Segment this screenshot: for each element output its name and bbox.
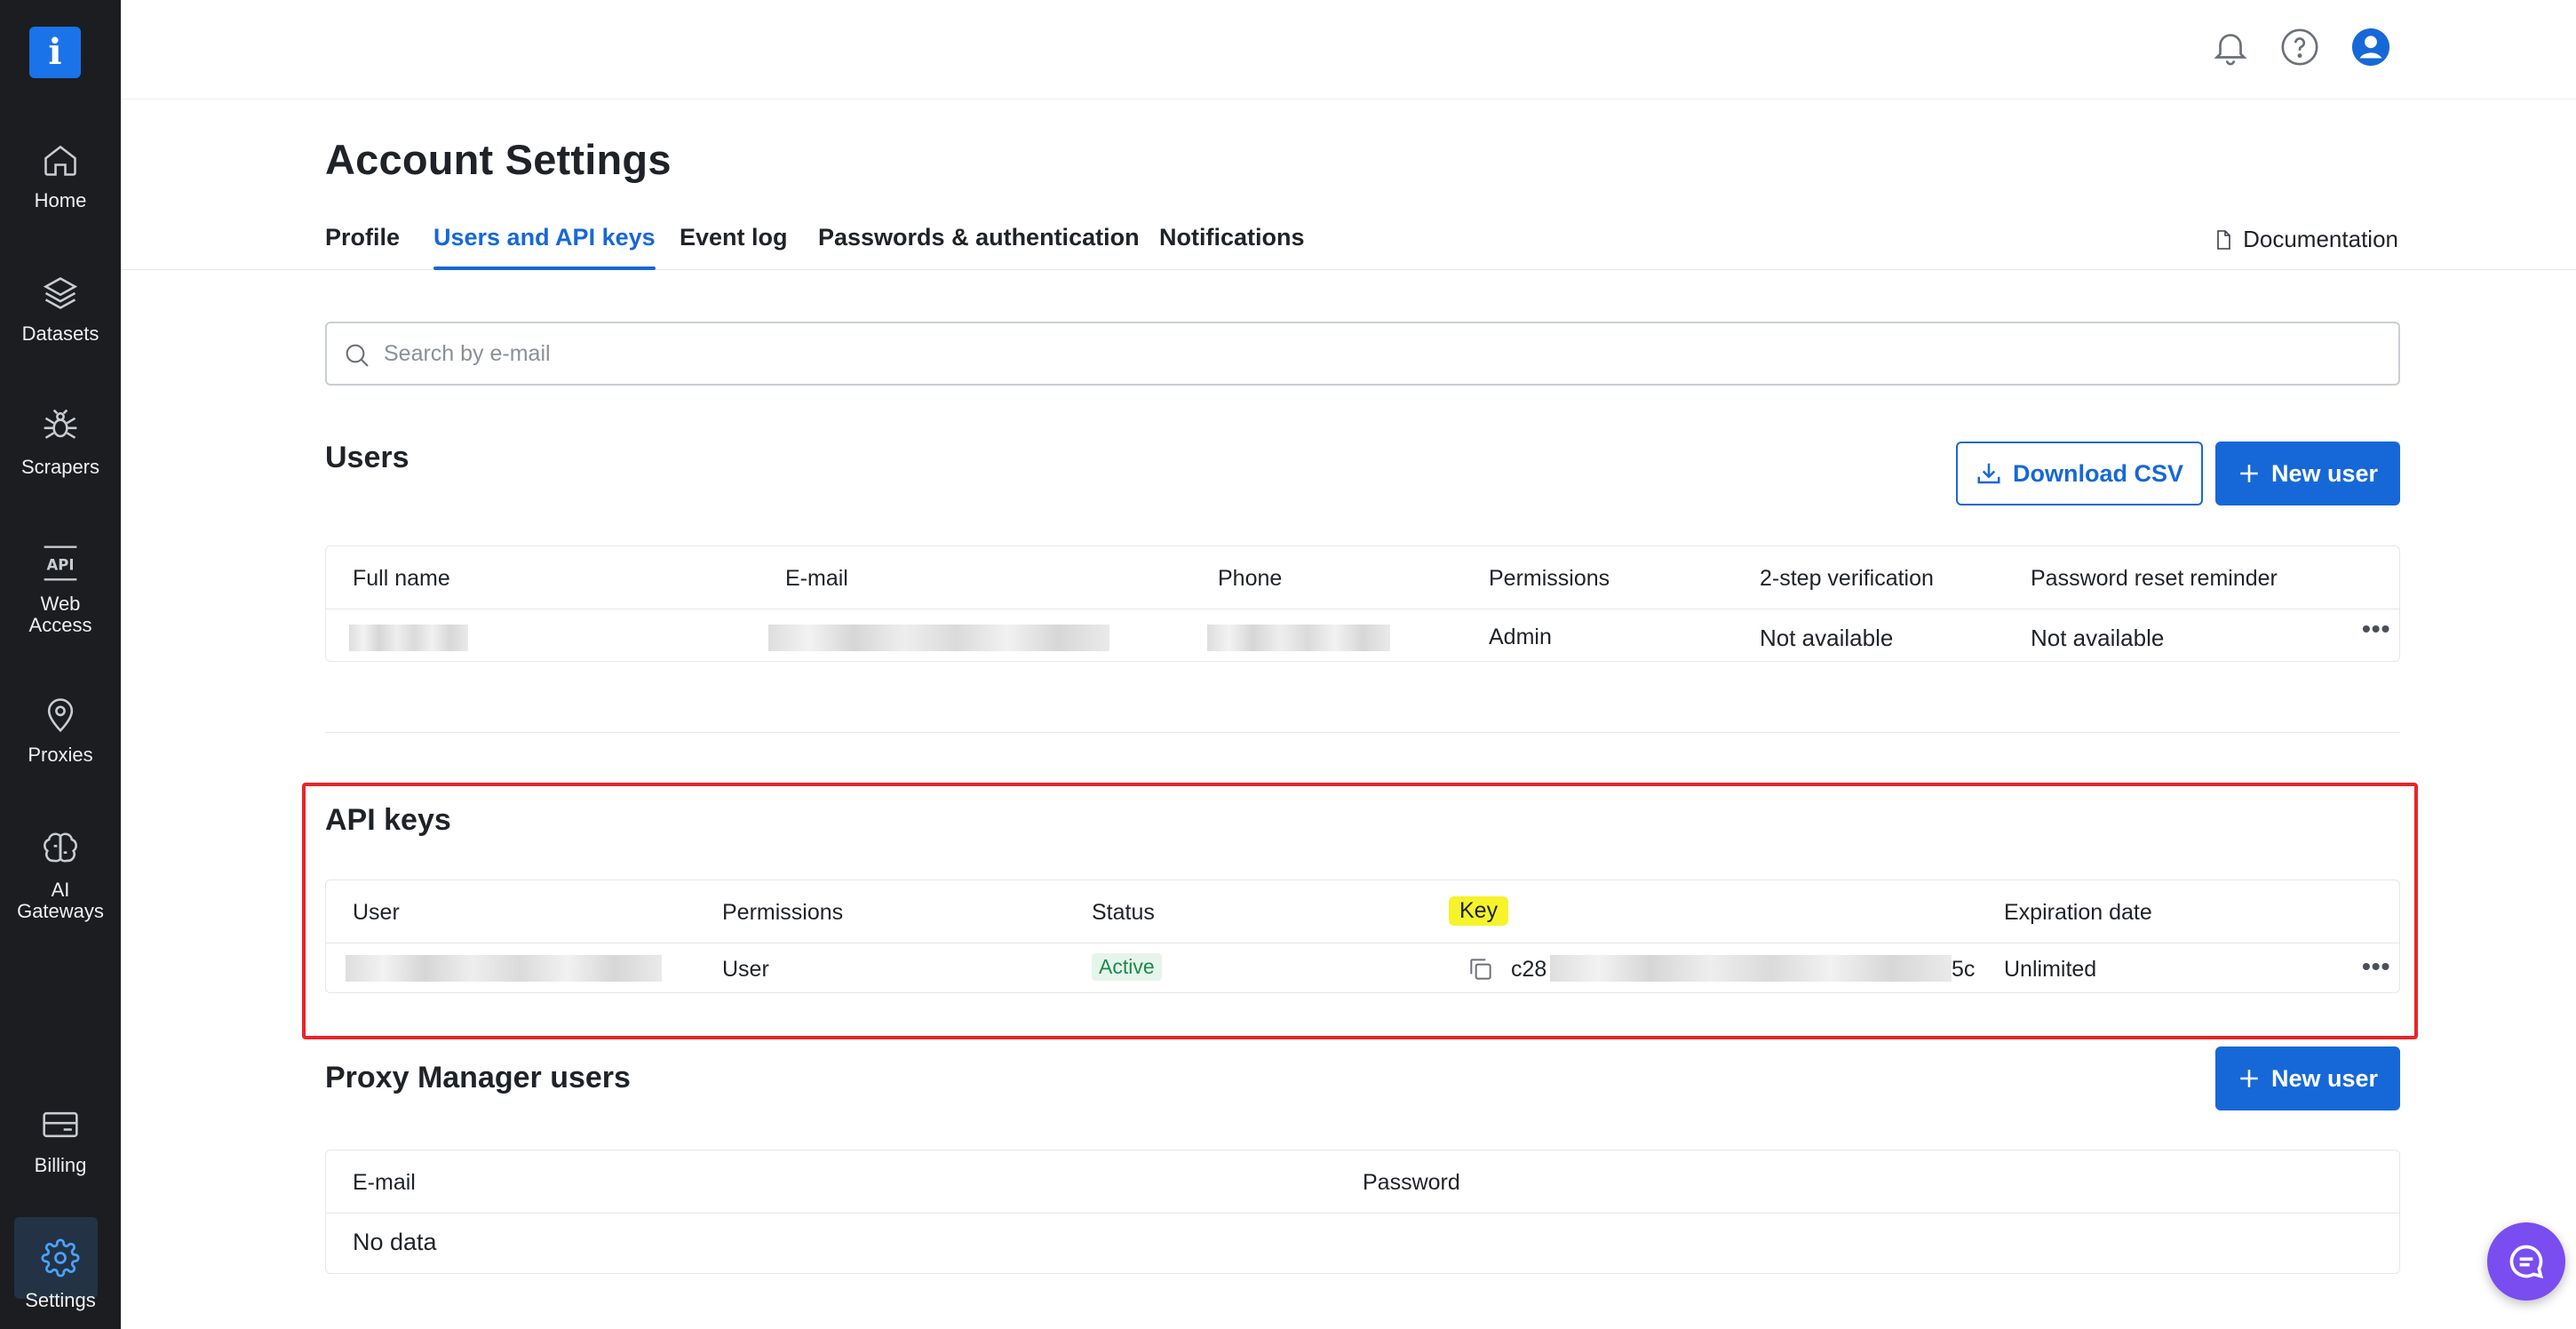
users-table: Full name E-mail Phone Permissions 2-ste…: [325, 545, 2400, 662]
new-user-label: New user: [2270, 1064, 2379, 1092]
spider-icon: [44, 409, 77, 439]
tab-notifications[interactable]: Notifications: [1159, 224, 1305, 251]
column-header-expiration-date: Expiration date: [2004, 900, 2152, 925]
sidebar-item-label: Billing: [34, 1154, 87, 1176]
sidebar-item-scrapers[interactable]: Scrapers: [0, 407, 121, 478]
column-header-user: User: [353, 900, 400, 925]
proxy-manager-new-user-button[interactable]: New user: [2215, 1046, 2400, 1110]
api-key-permissions: User: [722, 957, 769, 982]
sidebar-item-label: Scrapers: [20, 456, 100, 478]
redacted-email: [768, 625, 1109, 651]
section-divider: [325, 732, 2400, 733]
column-header-email: E-mail: [785, 566, 848, 591]
sidebar-item-label: Web Access: [28, 593, 92, 636]
document-icon: [2217, 229, 2230, 250]
search-input[interactable]: [384, 332, 2338, 375]
column-header-password: Password: [1363, 1170, 1460, 1195]
sidebar-item-billing[interactable]: Billing: [0, 1105, 121, 1176]
api-keys-section-title: API keys: [325, 803, 451, 837]
search-icon: [346, 344, 369, 367]
download-csv-button[interactable]: Download CSV: [1956, 442, 2203, 505]
help-icon[interactable]: [2279, 27, 2320, 68]
sidebar-item-label: AI Gateways: [17, 879, 104, 922]
new-user-button[interactable]: New user: [2215, 442, 2400, 505]
user-password-reset-reminder: Not available: [2031, 625, 2165, 651]
proxy-manager-table: E-mail Password No data: [325, 1150, 2400, 1274]
tab-event-log[interactable]: Event log: [680, 224, 788, 251]
api-key-expiration: Unlimited: [2004, 957, 2097, 982]
column-header-full-name: Full name: [353, 566, 450, 591]
page-title: Account Settings: [325, 136, 672, 183]
sidebar-item-settings[interactable]: Settings: [0, 1217, 121, 1311]
api-icon: API: [44, 545, 77, 581]
sidebar-item-datasets[interactable]: Datasets: [0, 274, 121, 345]
api-key-prefix: c28: [1511, 957, 1547, 982]
sidebar-item-label: Settings: [25, 1289, 96, 1311]
sidebar-item-label: Proxies: [28, 744, 93, 766]
api-key-suffix: 5c: [1952, 957, 1976, 982]
sidebar-item-proxies[interactable]: Proxies: [0, 695, 121, 766]
redacted-api-key: [1550, 955, 1952, 982]
chat-button[interactable]: [2487, 1222, 2565, 1301]
layers-icon: [43, 277, 78, 309]
card-icon: [43, 1111, 78, 1138]
new-user-label: New user: [2270, 459, 2379, 487]
column-header-email: E-mail: [353, 1170, 416, 1195]
plus-icon: [2240, 1070, 2258, 1087]
sidebar-item-label: Home: [34, 189, 87, 211]
redacted-full-name: [349, 625, 468, 651]
api-keys-table: User Permissions Status Key Expiration d…: [325, 879, 2400, 993]
user-avatar-icon[interactable]: [2350, 27, 2391, 68]
column-header-2-step-verification: 2-step verification: [1760, 566, 1934, 591]
more-options-icon[interactable]: •••: [2362, 617, 2390, 641]
home-icon: [44, 145, 76, 176]
sidebar-item-label: Datasets: [21, 322, 99, 345]
documentation-link[interactable]: Documentation: [2213, 226, 2398, 253]
plus-icon: [2240, 465, 2258, 482]
location-pin-icon: [47, 698, 74, 733]
svg-text:API: API: [46, 556, 74, 573]
sidebar-item-home[interactable]: Home: [0, 140, 121, 211]
bell-icon[interactable]: [2210, 27, 2251, 68]
more-options-icon[interactable]: •••: [2362, 954, 2390, 979]
download-icon: [1977, 463, 2000, 484]
brand-logo[interactable]: i: [29, 27, 81, 78]
copy-icon[interactable]: [1467, 955, 1495, 983]
redacted-user: [346, 955, 662, 982]
row-divider: [326, 1213, 2399, 1214]
sidebar-item-ai-gateways[interactable]: AI Gateways: [0, 830, 121, 922]
column-header-permissions: Permissions: [1489, 566, 1610, 591]
empty-state-text: No data: [353, 1229, 437, 1255]
search-box[interactable]: [325, 322, 2400, 386]
top-bar: [121, 0, 2576, 99]
tab-bar: Profile Users and API keys Event log Pas…: [121, 213, 2576, 270]
tab-users-and-api-keys[interactable]: Users and API keys: [433, 224, 656, 270]
column-header-phone: Phone: [1218, 566, 1283, 591]
chat-icon: [2509, 1245, 2544, 1279]
status-badge: Active: [1092, 953, 1162, 981]
column-header-permissions: Permissions: [722, 900, 844, 925]
sidebar-item-web-access[interactable]: API Web Access: [0, 544, 121, 636]
column-header-status: Status: [1092, 900, 1155, 925]
proxy-manager-section-title: Proxy Manager users: [325, 1061, 631, 1094]
redacted-phone: [1207, 625, 1390, 651]
sidebar: i Home Datasets Scrapers API Web Access …: [0, 0, 121, 1329]
documentation-label: Documentation: [2243, 226, 2398, 252]
gear-icon: [41, 1238, 80, 1277]
tab-passwords-authentication[interactable]: Passwords & authentication: [818, 224, 1140, 251]
users-section-title: Users: [325, 441, 409, 474]
column-header-key: Key: [1449, 896, 1509, 926]
brain-icon: [44, 832, 77, 863]
tab-profile[interactable]: Profile: [325, 224, 400, 251]
user-2-step-verification: Not available: [1760, 625, 1894, 651]
download-csv-label: Download CSV: [2012, 459, 2183, 487]
column-header-password-reset-reminder: Password reset reminder: [2031, 566, 2278, 591]
user-permissions: Admin: [1489, 625, 1552, 649]
